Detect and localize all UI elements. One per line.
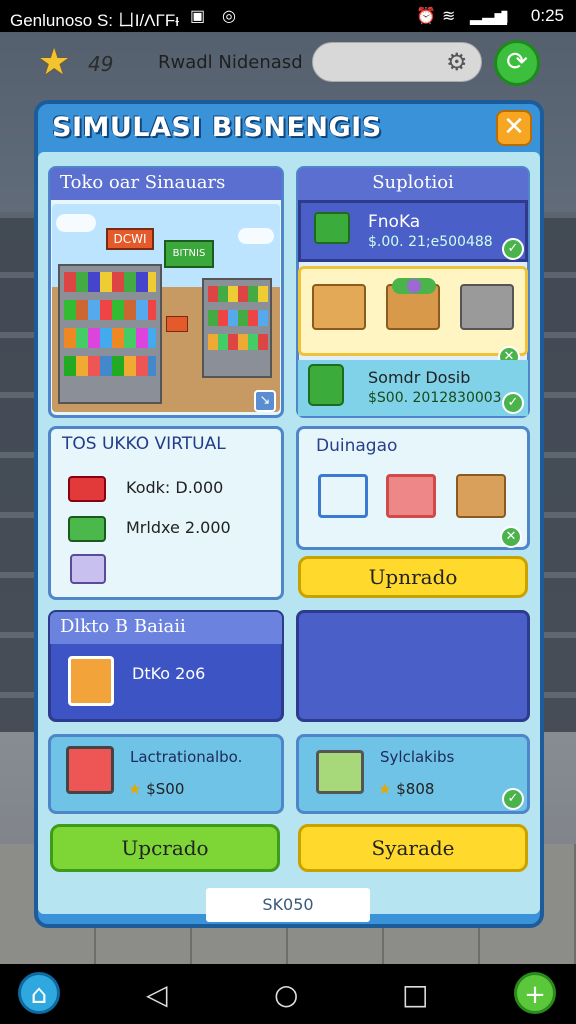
red-box-icon [68,476,106,502]
status-time: 0:25 [530,6,564,25]
player-name: Rwadl Nidenasd [158,52,303,73]
supplier-item-1-check-icon[interactable]: ✓ [502,238,524,260]
close-button[interactable]: ✕ [496,110,532,146]
footer-label[interactable]: SK050 [206,888,370,922]
house-icon: ⌂ [30,980,48,1010]
wallet-icon [308,364,344,406]
bottom-card-right-check-icon[interactable]: ✓ [502,788,524,810]
virtual-row-2: Mrldxe 2.000 [126,518,231,537]
daily-card-title: Dlkto B Baiaii [50,612,282,644]
red-cart-icon[interactable] [386,474,436,518]
supplier-card-title: Suplotioi [298,168,528,202]
panel-title: SIMULASI BISNENGIS [52,112,382,143]
produce-cart-icon [316,750,364,794]
battery-icon: ▮ [500,8,509,25]
package-icon [68,656,114,706]
refresh-icon: ⟳ [506,47,528,77]
cardboard-box-icon[interactable] [312,284,366,330]
gift-box-icon [314,212,350,244]
dunnage-title: Duinagao [316,436,398,456]
upgrade-button-right[interactable]: Syarade [298,824,528,872]
back-icon[interactable]: ◁ [146,978,168,1011]
supplier-item-2-check-icon[interactable]: ✓ [502,392,524,414]
purple-box-icon [70,554,106,584]
empty-blue-card[interactable] [296,610,530,722]
shopping-cart-icon [66,746,114,794]
wifi-icon: ≋ [442,8,456,25]
open-box-icon[interactable] [456,474,506,518]
bottom-card-right-price: ★ $808 [378,780,434,798]
supplier-item-1-price: $.00. 21;e500488 [368,234,493,250]
status-bar: Genlunoso S: ㄩI/ΛΓFᵻ ▣ ◎ ⏰ ≋ ▂▃▅ ▮ 0:25 [0,0,576,32]
background-shelf-right [542,212,576,732]
recents-icon[interactable]: □ [402,978,428,1011]
add-button[interactable]: + [514,972,556,1014]
store-shelf-right [202,278,272,378]
home-icon[interactable]: ○ [274,978,298,1011]
basket-icon[interactable] [460,284,514,330]
store-sign-left: DCWI [106,228,154,250]
supplier-item-2-name: Somdr Dosib [368,368,471,387]
bottom-card-left-title: Lactrationalbo. [130,748,243,766]
home-shortcut-button[interactable]: ⌂ [18,972,60,1014]
store-shelf-left [58,264,162,404]
background-shelf-left [0,212,36,732]
coin-icon: ★ [378,780,392,798]
close-icon: ✕ [503,112,525,142]
produce-crate-icon[interactable] [386,278,440,330]
dunnage-check-icon[interactable]: ✕ [500,526,522,548]
upgrade-button-top[interactable]: Upnrado [298,556,528,598]
bottom-card-right-price-value: $808 [396,780,435,798]
virtual-row-1: Kodk: D.000 [126,478,224,497]
android-nav-bar: ◁ ○ □ [0,964,576,1024]
bottom-card-left-price-value: $S00 [146,780,185,798]
coin-icon: ★ [128,780,142,798]
refresh-button[interactable]: ⟳ [494,40,540,86]
store-illustration: DCWI BITNIS [52,204,280,412]
blue-cart-icon[interactable] [318,474,368,518]
notification-icon: ▣ [190,8,206,25]
status-text: Genlunoso S: ㄩI/ΛΓFᵻ [10,11,180,30]
daily-card-item: DtKo 2o6 [132,664,206,683]
plus-icon: + [524,980,546,1010]
upgrade-button-left[interactable]: Upcrado [50,824,280,872]
bottom-card-left-price: ★ $S00 [128,780,184,798]
gear-icon[interactable]: ⚙ [446,48,468,76]
store-card-title: Toko oar Sinauars [50,168,282,200]
player-level: 49 [88,52,114,76]
virtual-store-title: TOS UKKO VIRTUAL [62,434,226,454]
supplier-item-2-price: $S00. 2012830003 [368,390,502,406]
expand-icon[interactable]: ↘ [254,390,276,412]
star-icon: ★ [38,42,71,83]
alarm-icon: ⏰ [416,8,436,25]
supplier-item-1-name: FnoKa [368,212,421,232]
store-sign-right: BITNIS [164,240,214,268]
sync-icon: ◎ [222,8,236,25]
bottom-card-right-title: Sylclakibs [380,748,455,766]
green-box-icon [68,516,106,542]
